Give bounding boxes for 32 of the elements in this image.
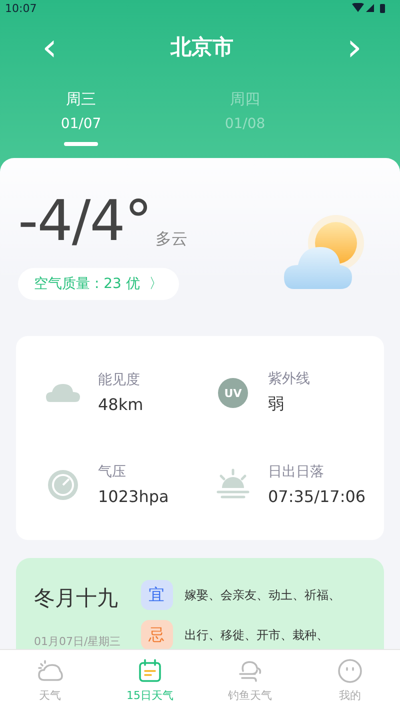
status-icons — [352, 3, 388, 13]
calendar-icon — [137, 658, 163, 684]
next-city-button[interactable]: › — [340, 30, 368, 64]
almanac-activities: 出行、移徙、开市、栽种、 — [184, 626, 329, 644]
city-title: 北京市 — [170, 34, 234, 61]
weather-condition: 多云 — [155, 229, 188, 250]
lunar-date: 冬月十九 — [34, 585, 119, 612]
detail-label: 气压 — [98, 463, 127, 481]
bottom-nav-item[interactable]: 钓鱼天气 — [200, 650, 300, 711]
detail-value: 弱 — [268, 394, 285, 415]
auspicious-tag: 宜 — [140, 580, 173, 610]
previous-city-button[interactable]: ‹ — [36, 30, 64, 64]
temperature: -4/4° — [18, 190, 152, 254]
day-tab[interactable]: 周三 01/07 — [27, 90, 135, 146]
bottom-nav-item[interactable]: 天气 — [0, 650, 100, 711]
detail-value: 07:35/17:06 — [268, 487, 366, 506]
detail-label: 日出日落 — [268, 463, 325, 481]
inauspicious-tag: 忌 — [140, 620, 173, 649]
sun-cloud-icon — [37, 658, 63, 684]
solar-date: 01月07日/星期三 — [34, 634, 121, 649]
day-tab[interactable]: 周四 01/08 — [191, 90, 299, 146]
status-time: 10:07 — [5, 2, 37, 14]
detail-value: 1023hpa — [98, 487, 169, 506]
bottom-nav-item[interactable]: 15日天气 — [100, 650, 200, 711]
detail-label: 能见度 — [98, 371, 141, 389]
bottom-nav-item[interactable]: 我的 — [300, 650, 400, 711]
detail-value: 48km — [98, 395, 144, 414]
face-icon — [337, 658, 363, 684]
almanac-activities: 嫁娶、会亲友、动土、祈福、 — [184, 586, 341, 604]
detail-label: 紫外线 — [268, 370, 310, 388]
air-quality-button[interactable]: 空气质量 : 23 优 〉 — [18, 268, 179, 300]
wind-cloud-icon — [237, 658, 263, 684]
